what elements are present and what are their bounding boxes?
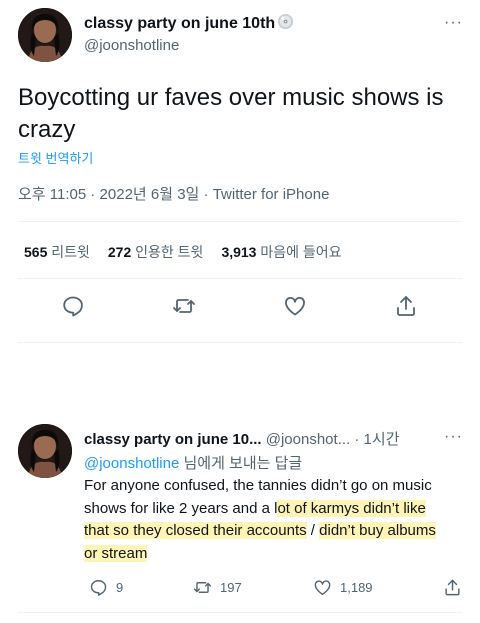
- retweet-icon: [193, 581, 212, 593]
- like-count: 1,189: [340, 579, 373, 595]
- disc-emoji-icon: [277, 13, 294, 35]
- reply-separator: ·: [350, 431, 364, 448]
- divider: [18, 278, 462, 279]
- tweet-text: Boycotting ur faves over music shows is …: [18, 84, 444, 143]
- replying-to: @joonshotline 님에게 보내는 답글: [84, 452, 302, 473]
- reply-icon[interactable]: [61, 294, 85, 318]
- retweets-count: 565: [24, 244, 48, 260]
- more-options-icon[interactable]: ···: [444, 14, 463, 32]
- avatar-photo: [18, 424, 72, 478]
- reply-time[interactable]: 1시간: [364, 431, 400, 448]
- retweet-count: 197: [220, 579, 242, 595]
- reply-author-avatar[interactable]: [18, 424, 72, 478]
- author-name[interactable]: classy party on june 10th: [84, 13, 294, 35]
- reply-retweet-button[interactable]: 197: [193, 577, 242, 597]
- reply-text: For anyone confused, the tannies didn’t …: [84, 475, 444, 565]
- quotes-count: 272: [107, 244, 132, 260]
- reply-author-name[interactable]: classy party on june 10...: [84, 431, 262, 448]
- tweet-stats: 565 리트윗 272 인용한 트윗 3,913 마음에 들어요: [24, 242, 360, 262]
- replying-to-suffix: 님에게 보내는 답글: [183, 455, 303, 472]
- retweet-icon[interactable]: [172, 294, 196, 318]
- reply-like-button[interactable]: 1,189: [313, 577, 373, 597]
- likes-label: 마음에 들어요: [260, 244, 342, 260]
- translate-tweet-link[interactable]: 트윗 번역하기: [18, 148, 93, 167]
- tweet-date[interactable]: 2022년 6월 3일: [100, 186, 200, 203]
- divider: [18, 612, 462, 613]
- tweet-source[interactable]: Twitter for iPhone: [213, 186, 330, 203]
- retweets-label: 리트윗: [51, 244, 90, 260]
- reply-header: classy party on june 10... @joonshot... …: [84, 428, 400, 449]
- reply-icon: [90, 579, 107, 596]
- share-icon: [445, 579, 460, 595]
- likes-stat[interactable]: 3,913 마음에 들어요: [221, 244, 341, 260]
- tweet-metadata: 오후 11:05 · 2022년 6월 3일 · Twitter for iPh…: [18, 183, 329, 204]
- tweet-time[interactable]: 오후 11:05: [18, 186, 86, 203]
- avatar-photo: [18, 8, 72, 62]
- reply-more-options-icon[interactable]: ···: [444, 428, 463, 446]
- reply-author-handle[interactable]: @joonshot...: [266, 431, 350, 448]
- meta-separator: ·: [199, 186, 213, 203]
- reply-text-part: /: [306, 522, 320, 539]
- divider: [18, 221, 462, 222]
- reply-count: 9: [116, 579, 124, 595]
- meta-separator: ·: [86, 186, 100, 203]
- quotes-stat[interactable]: 272 인용한 트윗: [108, 244, 204, 260]
- divider: [18, 342, 462, 343]
- retweets-stat[interactable]: 565 리트윗: [24, 244, 90, 260]
- like-icon: [314, 579, 331, 595]
- quotes-label: 인용한 트윗: [135, 244, 204, 260]
- share-icon[interactable]: [394, 294, 418, 318]
- like-icon[interactable]: [283, 294, 307, 318]
- author-name-text[interactable]: classy party on june 10th: [84, 15, 275, 32]
- replying-to-handle[interactable]: @joonshotline: [84, 455, 179, 472]
- likes-count: 3,913: [221, 244, 257, 260]
- author-handle[interactable]: @joonshotline: [84, 37, 179, 54]
- author-avatar[interactable]: [18, 8, 72, 62]
- reply-share-button[interactable]: [443, 577, 470, 597]
- reply-reply-button[interactable]: 9: [89, 577, 123, 597]
